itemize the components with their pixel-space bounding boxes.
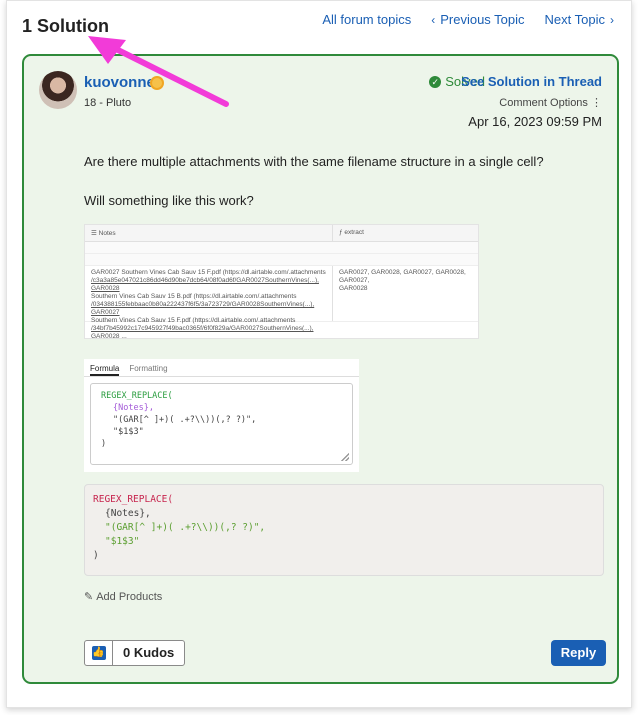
reply-button[interactable]: Reply bbox=[551, 640, 606, 666]
pencil-icon: ✎ bbox=[84, 591, 94, 603]
previous-topic-link[interactable]: ‹ Previous Topic bbox=[431, 12, 524, 27]
page-title: 1 Solution bbox=[22, 16, 109, 36]
topic-navigation: All forum topics ‹ Previous Topic Next To… bbox=[322, 12, 614, 27]
rank-badge-icon bbox=[150, 76, 164, 90]
comment-options-menu[interactable]: Comment Options ⋮ bbox=[499, 96, 602, 109]
post-paragraph: Are there multiple attachments with the … bbox=[84, 154, 544, 169]
next-topic-label: Next Topic bbox=[544, 12, 605, 27]
tab-formula: Formula bbox=[90, 364, 120, 376]
resize-grip-icon bbox=[341, 453, 349, 461]
table-row: GAR0027 Southern Vines Cab Sauv 15 F.pdf… bbox=[85, 266, 478, 338]
tab-formatting: Formatting bbox=[129, 364, 168, 373]
kudos-count[interactable]: 0 Kudos bbox=[113, 641, 184, 665]
thumbs-up-icon: 👍 bbox=[91, 646, 106, 660]
extract-column-header: ƒ extract bbox=[339, 229, 364, 236]
next-topic-link[interactable]: Next Topic › bbox=[545, 12, 614, 27]
comment-options-label: Comment Options bbox=[499, 97, 588, 109]
all-topics-link[interactable]: All forum topics bbox=[322, 12, 411, 27]
post-timestamp: Apr 16, 2023 09:59 PM bbox=[468, 114, 602, 129]
notes-cell: GAR0027 Southern Vines Cab Sauv 15 F.pdf… bbox=[85, 266, 333, 338]
notes-column-header: ☰ Notes bbox=[85, 225, 333, 241]
formula-editor-screenshot: Formula Formatting REGEX_REPLACE( {Notes… bbox=[84, 359, 359, 472]
chevron-left-icon: ‹ bbox=[431, 12, 436, 27]
table-screenshot: ☰ Notes ƒ extract GAR0027 Southern Vines… bbox=[84, 224, 479, 339]
previous-topic-label: Previous Topic bbox=[440, 12, 525, 27]
solution-card: kuovonne 18 - Pluto ✓ Solved See Solutio… bbox=[22, 54, 619, 684]
author-name[interactable]: kuovonne bbox=[84, 74, 155, 91]
chevron-right-icon: › bbox=[610, 12, 614, 27]
extract-cell: GAR0027, GAR0028, GAR0027, GAR0028, GAR0… bbox=[339, 269, 466, 292]
code-block: REGEX_REPLACE( {Notes}, "(GAR[^ ]+)( .+?… bbox=[84, 484, 604, 576]
all-topics-label: All forum topics bbox=[322, 12, 412, 27]
kebab-menu-icon: ⋮ bbox=[591, 97, 602, 109]
kudos-button[interactable]: 👍 bbox=[85, 641, 113, 665]
kudos-widget: 👍 0 Kudos bbox=[84, 640, 186, 666]
formula-editor: REGEX_REPLACE( {Notes}, "(GAR[^ ]+)( .+?… bbox=[90, 383, 353, 465]
avatar[interactable] bbox=[39, 71, 77, 109]
check-circle-icon: ✓ bbox=[429, 75, 442, 88]
see-solution-link[interactable]: See Solution in Thread bbox=[461, 74, 602, 89]
add-products-label: Add Products bbox=[96, 590, 163, 603]
add-products-link[interactable]: ✎ Add Products bbox=[84, 590, 163, 604]
post-paragraph: Will something like this work? bbox=[84, 193, 254, 208]
author-rank: 18 - Pluto bbox=[84, 97, 132, 109]
